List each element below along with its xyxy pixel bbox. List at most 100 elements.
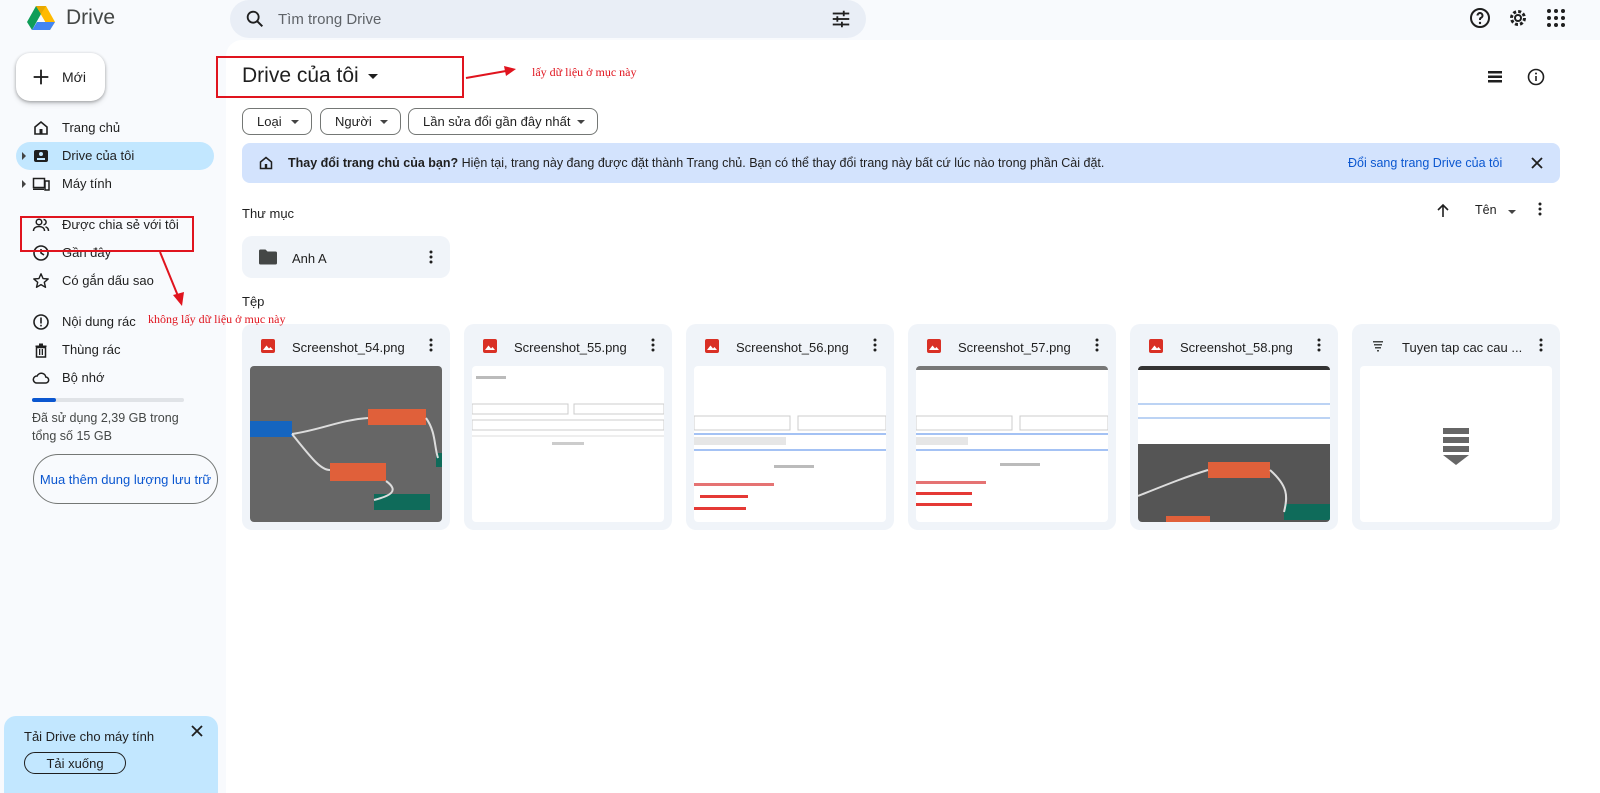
storage-usage-fill [32, 398, 57, 402]
file-thumbnail [1138, 366, 1330, 522]
more-options-icon[interactable] [1532, 336, 1550, 354]
annotation-text-take-data: lấy dữ liệu ở mục này [532, 65, 637, 79]
chevron-down-icon [380, 120, 388, 124]
chevron-down-icon [291, 120, 299, 124]
expand-caret-icon[interactable] [22, 180, 26, 188]
sidebar-item-computers[interactable]: Máy tính [16, 170, 214, 198]
expand-caret-icon[interactable] [22, 152, 26, 160]
filter-type-chip[interactable]: Loại [242, 108, 312, 135]
sidebar-item-label: Máy tính [62, 176, 112, 191]
chevron-down-icon [1508, 210, 1516, 214]
home-icon [259, 156, 273, 170]
banner-text: Thay đổi trang chủ của bạn? Hiện tại, tr… [288, 156, 1104, 170]
banner-bold-text: Thay đổi trang chủ của bạn? [288, 156, 459, 170]
star-icon [33, 273, 49, 289]
promo-title: Tải Drive cho máy tính [24, 729, 155, 744]
sidebar-item-storage[interactable]: Bộ nhớ [16, 364, 214, 392]
sidebar-item-my-drive[interactable]: Drive của tôi [16, 142, 214, 170]
banner-body-text: Hiện tại, trang này đang được đặt thành … [458, 156, 1105, 170]
annotation-text-skip-data: không lấy dữ liệu ở mục này [148, 312, 286, 326]
sidebar-item-label: Nội dung rác [62, 314, 136, 329]
file-thumbnail [1360, 366, 1552, 522]
cloud-icon [32, 372, 50, 384]
sidebar-item-label: Drive của tôi [62, 148, 135, 163]
sidebar-item-label: Có gắn dấu sao [62, 273, 154, 288]
image-file-icon [261, 339, 275, 353]
more-options-icon[interactable] [422, 336, 440, 354]
annotation-box-shared [20, 216, 194, 252]
sidebar-item-label: Trang chủ [62, 120, 121, 135]
new-button[interactable]: Mới [16, 53, 105, 101]
close-icon[interactable] [1529, 155, 1545, 171]
folder-card[interactable]: Anh A [242, 236, 450, 278]
search-icon[interactable] [244, 8, 266, 30]
file-thumbnail [250, 366, 442, 522]
settings-icon[interactable] [1506, 6, 1530, 30]
file-card[interactable]: Screenshot_55.png [464, 324, 672, 530]
file-name: Screenshot_58.png [1180, 340, 1293, 355]
image-file-icon [483, 339, 497, 353]
sidebar-item-trash[interactable]: Thùng rác [16, 336, 214, 364]
sidebar: Mới Trang chủ Drive của tôi Máy tính Đượ… [0, 40, 226, 793]
files-section-label: Tệp [242, 294, 265, 309]
switch-to-my-drive-link[interactable]: Đổi sang trang Drive của tôi [1348, 156, 1502, 170]
more-options-icon[interactable] [422, 248, 440, 266]
file-name: Tuyen tap cac cau ... [1402, 340, 1523, 355]
folder-name: Anh A [292, 251, 327, 266]
storage-usage-bar [32, 398, 184, 402]
apps-grid-icon[interactable] [1544, 6, 1568, 30]
file-name: Screenshot_54.png [292, 340, 405, 355]
main-content: Drive của tôi Loại Người Lần sửa đổi gần… [226, 40, 1600, 793]
folders-section-label: Thư mục [242, 206, 295, 221]
image-file-icon [705, 339, 719, 353]
sidebar-item-label: Bộ nhớ [62, 370, 105, 385]
search-input[interactable] [278, 6, 778, 32]
filter-modified-chip[interactable]: Lần sửa đổi gần đây nhất [408, 108, 598, 135]
arrow-up-icon[interactable] [1434, 202, 1452, 220]
new-button-label: Mới [62, 69, 86, 85]
my-drive-icon [34, 150, 48, 162]
sidebar-item-home[interactable]: Trang chủ [16, 114, 214, 142]
more-options-icon[interactable] [1310, 336, 1328, 354]
sidebar-item-starred[interactable]: Có gắn dấu sao [16, 267, 214, 295]
sort-by-name-button[interactable]: Tên [1475, 203, 1497, 217]
plus-icon [33, 69, 49, 85]
more-options-icon[interactable] [1088, 336, 1106, 354]
file-thumbnail [916, 366, 1108, 522]
file-name: Screenshot_57.png [958, 340, 1071, 355]
file-card[interactable]: Screenshot_54.png [242, 324, 450, 530]
file-card[interactable]: Screenshot_58.png [1130, 324, 1338, 530]
filter-people-chip[interactable]: Người [320, 108, 401, 135]
app-name[interactable]: Drive [66, 6, 115, 30]
more-options-icon[interactable] [1531, 200, 1549, 218]
image-file-icon [927, 339, 941, 353]
desktop-download-promo: Tải Drive cho máy tính Tải xuống [4, 716, 218, 793]
folder-icon [259, 249, 277, 265]
more-options-icon[interactable] [866, 336, 884, 354]
drive-logo-icon[interactable] [26, 3, 56, 33]
file-thumbnail [694, 366, 886, 522]
home-icon [34, 120, 48, 135]
help-icon[interactable] [1468, 6, 1492, 30]
file-name: Screenshot_55.png [514, 340, 627, 355]
file-card[interactable]: Screenshot_57.png [908, 324, 1116, 530]
filter-people-label: Người [335, 114, 372, 129]
trash-icon [35, 343, 47, 358]
search-options-icon[interactable] [830, 8, 852, 30]
search-bar[interactable] [230, 0, 866, 38]
close-icon[interactable] [188, 722, 206, 740]
storage-usage-text: Đã sử dụng 2,39 GB trong tổng số 15 GB [32, 411, 179, 443]
chevron-down-icon [577, 120, 585, 124]
file-card[interactable]: Tuyen tap cac cau ... [1352, 324, 1560, 530]
top-bar: Drive [0, 0, 1600, 38]
file-card[interactable]: Screenshot_56.png [686, 324, 894, 530]
info-icon[interactable] [1526, 67, 1546, 87]
download-button[interactable]: Tải xuống [24, 752, 126, 774]
computer-icon [32, 177, 50, 191]
buy-storage-button[interactable]: Mua thêm dung lượng lưu trữ [33, 454, 218, 504]
document-file-icon [1373, 341, 1383, 352]
more-options-icon[interactable] [644, 336, 662, 354]
list-view-icon[interactable] [1485, 67, 1505, 87]
sidebar-item-label: Thùng rác [62, 342, 121, 357]
filter-type-label: Loại [257, 114, 282, 129]
